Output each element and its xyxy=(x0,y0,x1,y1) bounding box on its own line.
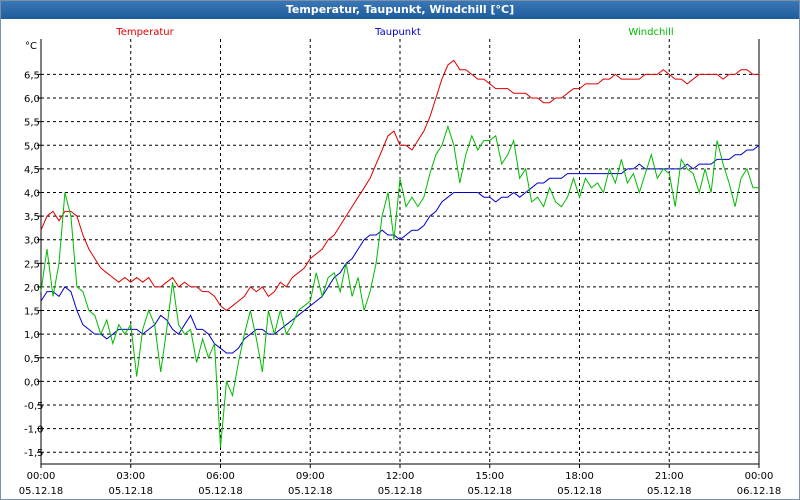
y-tick-label: 3,5 xyxy=(24,212,40,223)
grid xyxy=(41,39,759,464)
x-tick-date: 05.12.18 xyxy=(647,486,692,497)
y-tick-label: 0,5 xyxy=(24,354,40,365)
x-tick-date: 05.12.18 xyxy=(198,486,243,497)
x-tick-time: 09:00 xyxy=(296,471,325,482)
x-tick-date: 05.12.18 xyxy=(378,486,423,497)
x-tick-time: 18:00 xyxy=(565,471,594,482)
x-tick-date: 05.12.18 xyxy=(288,486,333,497)
y-tick-label: 0,0 xyxy=(24,377,40,388)
legend: Temperatur Taupunkt Windchill xyxy=(115,27,673,38)
y-tick-label: 5,0 xyxy=(24,141,40,152)
y-tick-label: 1,5 xyxy=(24,307,40,318)
y-tick-label: 6,0 xyxy=(24,94,40,105)
chart-window: Temperatur, Taupunkt, Windchill [°C] °C … xyxy=(0,0,800,500)
legend-windchill: Windchill xyxy=(628,27,673,38)
legend-taupunkt: Taupunkt xyxy=(374,27,421,38)
x-tick-time: 06:00 xyxy=(206,471,235,482)
x-tick-date: 06.12.18 xyxy=(737,486,782,497)
y-tick-label: 4,0 xyxy=(24,188,40,199)
y-tick-label: 5,5 xyxy=(24,118,40,129)
x-tick-time: 00:00 xyxy=(27,471,56,482)
y-unit-label: °C xyxy=(25,41,37,52)
x-tick-time: 03:00 xyxy=(116,471,145,482)
x-tick-date: 05.12.18 xyxy=(467,486,512,497)
x-tick-date: 05.12.18 xyxy=(108,486,153,497)
x-tick-date: 05.12.18 xyxy=(19,486,64,497)
x-tick-time: 21:00 xyxy=(655,471,684,482)
legend-temperatur: Temperatur xyxy=(115,27,174,38)
line-chart: °C -1,5-1,0-0,50,00,51,01,52,02,53,03,54… xyxy=(19,27,782,497)
x-tick-date: 05.12.18 xyxy=(557,486,602,497)
y-tick-label: 6,5 xyxy=(24,70,40,81)
y-tick-label: 2,5 xyxy=(24,259,40,270)
y-tick-label: 2,0 xyxy=(24,283,40,294)
y-tick-label: 4,5 xyxy=(24,165,40,176)
y-tick-label: 1,0 xyxy=(24,330,40,341)
y-tick-label: 3,0 xyxy=(24,236,40,247)
x-tick-time: 12:00 xyxy=(386,471,415,482)
x-tick-time: 15:00 xyxy=(475,471,504,482)
x-tick-time: 00:00 xyxy=(745,471,774,482)
